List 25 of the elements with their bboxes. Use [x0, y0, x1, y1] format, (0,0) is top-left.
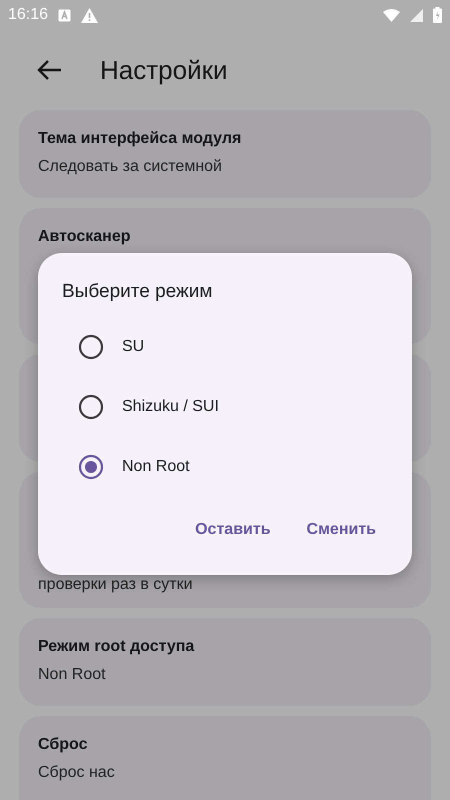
dialog-title: Выберите режим [62, 281, 214, 303]
setting-description: Сброс нас [38, 763, 116, 783]
dialog-button[interactable]: Сменить [294, 511, 388, 549]
screen-title: Настройки [100, 54, 228, 86]
setting-description: Non Root [38, 665, 107, 685]
setting-description: проверки раз в сутки [38, 575, 194, 595]
back-arrow-icon[interactable] [36, 59, 62, 81]
signal-icon [410, 8, 423, 22]
warning-icon [81, 8, 98, 22]
dialog-button[interactable]: Оставить [183, 511, 283, 549]
setting-card[interactable]: Тема интерфейса модуля Следовать за системной [19, 110, 431, 198]
clock-time: 16:16 [8, 6, 48, 24]
setting-description: Следовать за системной [38, 157, 223, 177]
setting-title: Тема интерфейса модуля [38, 129, 242, 149]
setting-title: Сброс [38, 735, 88, 755]
setting-title: Автосканер [38, 227, 132, 247]
setting-card[interactable]: Режим root доступа Non Root [19, 618, 431, 706]
radio-option[interactable]: Non Root [62, 437, 196, 497]
text-box-icon [58, 8, 72, 22]
battery-icon [433, 7, 442, 23]
radio-option[interactable]: SU [62, 317, 150, 377]
setting-card[interactable]: Сброс Сброс нас [19, 716, 431, 800]
setting-title: Режим root доступа [38, 637, 196, 657]
radio-option[interactable]: Shizuku / SUI [62, 377, 225, 437]
wifi-icon [383, 8, 400, 22]
